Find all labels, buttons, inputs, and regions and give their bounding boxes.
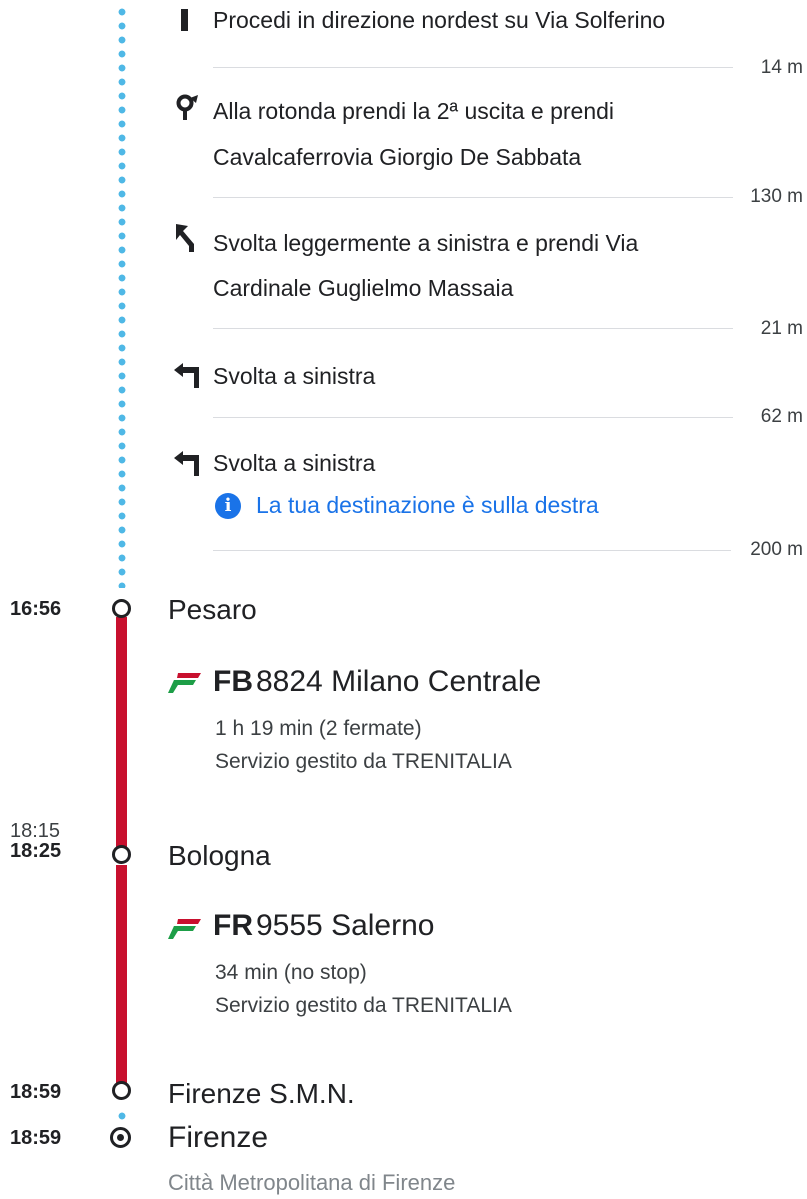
trenitalia-logo-icon (168, 672, 202, 694)
step-divider (213, 197, 733, 198)
turn-left-icon (172, 450, 204, 483)
train-route-line (116, 617, 127, 848)
step-instruction-line: Cavalcaferrovia Giorgio De Sabbata (213, 144, 582, 170)
step-instruction: Procedi in direzione nordest su Via Solf… (213, 7, 666, 33)
walking-path-line (118, 1112, 126, 1126)
stop-name[interactable]: Bologna (168, 840, 271, 872)
train-operator: Servizio gestito da TRENITALIA (215, 994, 512, 1017)
turn-left-icon (172, 362, 204, 395)
info-icon: i (215, 493, 241, 519)
stop-name[interactable]: Firenze S.M.N. (168, 1078, 355, 1110)
step-distance: 21 m (760, 318, 803, 339)
step-divider (213, 417, 733, 418)
stop-dot (112, 599, 131, 618)
train-route-line (116, 865, 127, 1090)
destination-note[interactable]: La tua destinazione è sulla destra (256, 492, 599, 519)
step-instruction: Alla rotonda prendi la 2ª uscita e prend… (213, 91, 614, 177)
train-duration: 34 min (no stop) (215, 961, 367, 984)
train-operator: Servizio gestito da TRENITALIA (215, 750, 512, 773)
step-instruction: Svolta a sinistra (213, 363, 376, 389)
step-distance: 130 m (750, 186, 803, 207)
step-divider (213, 67, 733, 68)
roundabout-icon (172, 92, 202, 127)
step-instruction-line: Alla rotonda prendi la 2ª uscita e prend… (213, 98, 615, 124)
train-details: 1 h 19 min (2 fermate) Servizio gestito … (215, 712, 512, 778)
train-type: FR (213, 909, 253, 942)
stop-dot (112, 845, 131, 864)
step-instruction: Svolta leggermente a sinistra e prendi V… (213, 223, 638, 308)
step-instruction: Svolta a sinistra (213, 450, 376, 476)
step-distance: 200 m (750, 539, 803, 560)
train-type: FB (213, 665, 253, 698)
destination-marker-icon (110, 1127, 131, 1148)
train-duration: 1 h 19 min (2 fermate) (215, 717, 422, 740)
destination-region: Città Metropolitana di Firenze (168, 1170, 456, 1195)
step-divider (213, 328, 733, 329)
step-instruction-line: Cardinale Guglielmo Massaia (213, 275, 514, 301)
train-number-destination: 8824 Milano Centrale (256, 665, 542, 698)
walking-path-line (118, 8, 126, 588)
train-title[interactable]: FR 9555 Salerno (213, 909, 434, 943)
destination-name[interactable]: Firenze (168, 1121, 268, 1155)
trenitalia-logo-icon (168, 918, 202, 940)
step-instruction-line: Svolta leggermente a sinistra e prendi V… (213, 230, 639, 256)
step-distance: 62 m (760, 406, 803, 427)
departure-time: 16:56 (10, 598, 62, 620)
step-distance: 14 m (760, 57, 803, 78)
straight-arrow-icon (181, 9, 188, 31)
stop-dot (112, 1081, 131, 1100)
arrival-time: 18:25 (10, 840, 62, 862)
stop-name[interactable]: Pesaro (168, 594, 257, 626)
slight-left-icon (172, 222, 202, 259)
arrival-time: 18:59 (10, 1081, 62, 1103)
train-title[interactable]: FB 8824 Milano Centrale (213, 665, 541, 699)
train-details: 34 min (no stop) Servizio gestito da TRE… (215, 956, 512, 1022)
destination-time: 18:59 (10, 1127, 62, 1149)
step-divider (213, 550, 731, 551)
train-number-destination: 9555 Salerno (256, 909, 435, 942)
